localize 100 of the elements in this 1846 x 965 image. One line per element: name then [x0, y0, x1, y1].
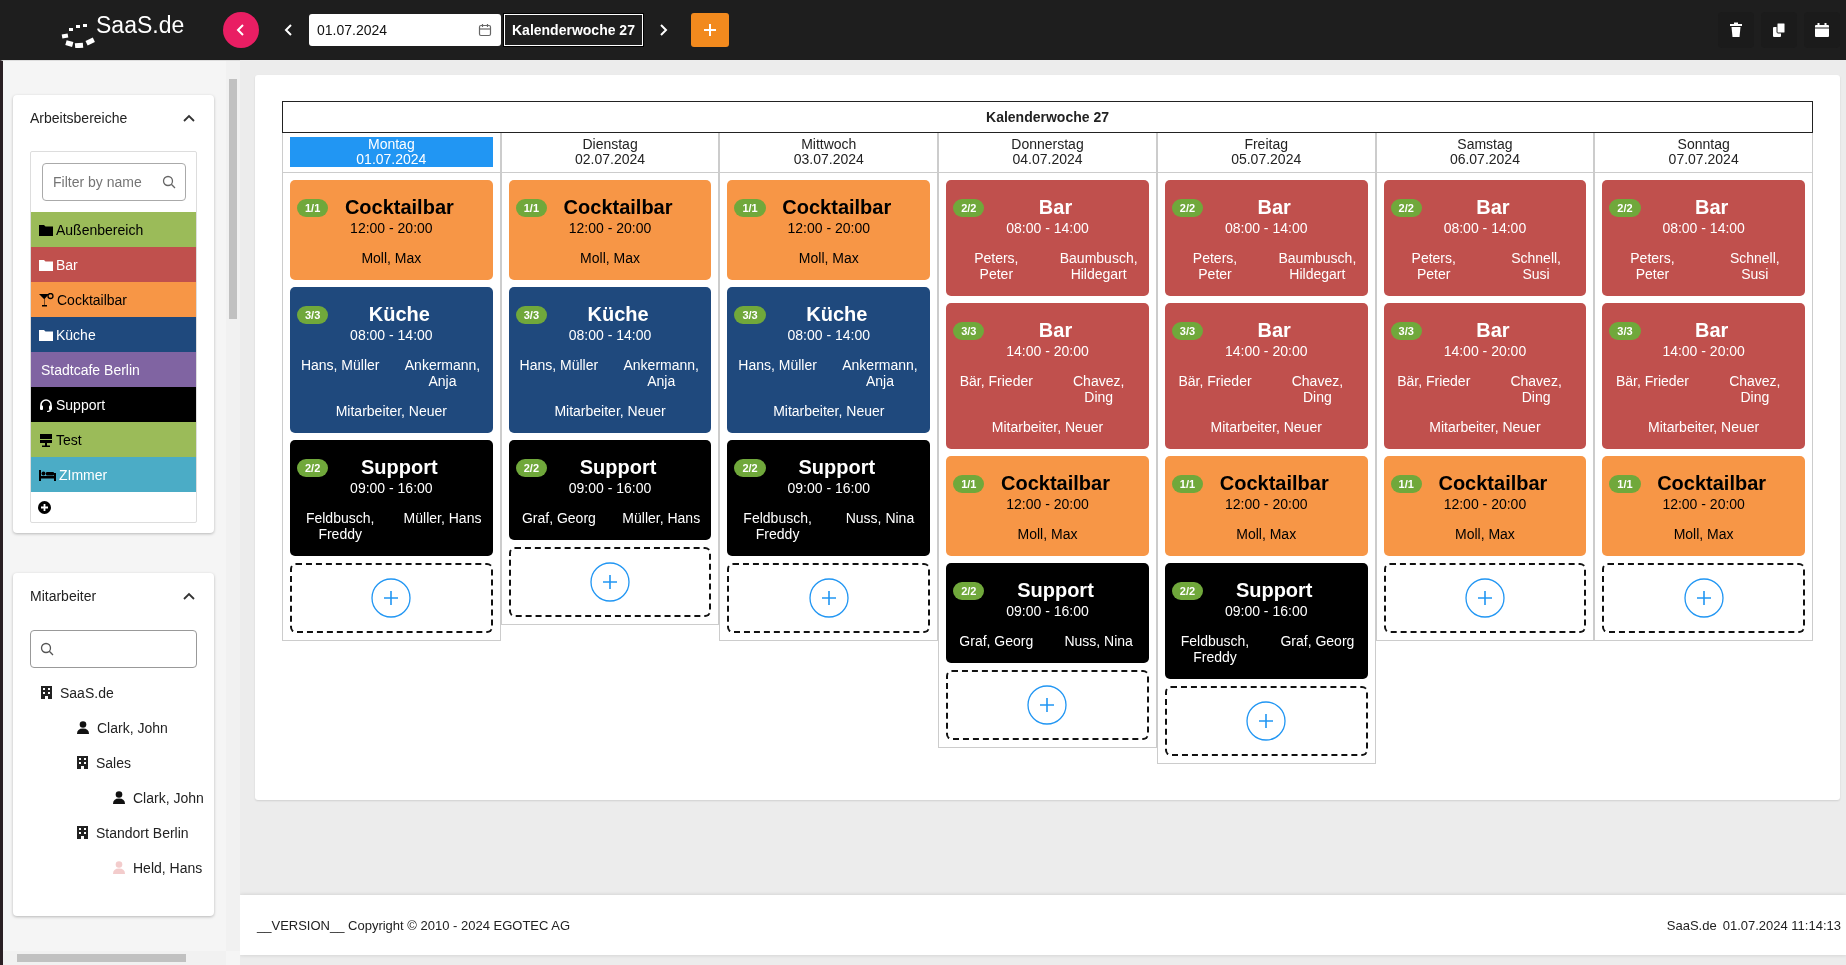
- add-shift-slot[interactable]: [290, 563, 493, 633]
- shift-card[interactable]: 2/2 Bar 08:00 - 14:00 Peters, Peter Schnell, Susi: [1602, 180, 1805, 296]
- shift-time: 12:00 - 20:00: [1661, 495, 1746, 514]
- shift-area: Cocktailbar: [1657, 472, 1767, 494]
- collapse-icon[interactable]: [182, 113, 196, 123]
- employee-name: Chavez, Ding: [1072, 373, 1126, 405]
- add-shift-slot[interactable]: [1602, 563, 1805, 633]
- add-icon[interactable]: [1683, 578, 1724, 618]
- shift-area: Küche: [587, 303, 649, 325]
- shift-card[interactable]: 3/3 Bar 14:00 - 20:00 Bär, Frieder Chavez, Ding Mitarbeiter, Neuer: [1164, 303, 1368, 449]
- shift-card[interactable]: 2/2 Bar 08:00 - 14:00 Peters, Peter Baumbusch, Hildegart: [946, 180, 1149, 296]
- tree-item[interactable]: Clark, John: [133, 788, 204, 809]
- date-field[interactable]: 01.07.2024: [309, 14, 501, 46]
- shift-card[interactable]: 1/1 Cocktailbar 12:00 - 20:00 Moll, Max: [508, 180, 712, 280]
- employee-name: Ankermann, Anja: [403, 357, 482, 389]
- shift-card[interactable]: 3/3 Küche 08:00 - 14:00 Hans, Müller Ankermann, Anja Mitarbeiter, Neuer: [290, 287, 493, 433]
- add-area-icon[interactable]: [38, 500, 51, 514]
- area-item[interactable]: Stadtcafe Berlin: [31, 352, 196, 387]
- staffing-badge: 1/1: [297, 199, 329, 217]
- staffing-badge: 2/2: [1390, 199, 1422, 217]
- employee-name: Feldbusch, Freddy: [742, 510, 813, 542]
- employee-name: Moll, Max: [1672, 526, 1735, 542]
- employee-name: Peters, Peter: [1191, 250, 1239, 282]
- shift-card[interactable]: 1/1 Cocktailbar 12:00 - 20:00 Moll, Max: [1164, 456, 1368, 556]
- area-item[interactable]: Außenbereich: [31, 212, 196, 247]
- employee-name: Müller, Hans: [402, 510, 483, 528]
- filter-field[interactable]: Filter by name: [42, 163, 186, 201]
- shift-card[interactable]: 3/3 Bar 14:00 - 20:00 Bär, Frieder Chavez, Ding Mitarbeiter, Neuer: [946, 303, 1149, 449]
- day-header[interactable]: Samstag 06.07.2024: [1383, 137, 1587, 167]
- add-shift-slot[interactable]: [1383, 563, 1587, 633]
- staffing-badge: 1/1: [515, 199, 547, 217]
- shift-card[interactable]: 3/3 Küche 08:00 - 14:00 Hans, Müller Ankermann, Anja Mitarbeiter, Neuer: [727, 287, 931, 433]
- staffing-badge: 2/2: [1171, 582, 1204, 600]
- search-field[interactable]: [30, 630, 197, 668]
- shift-card[interactable]: 1/1 Cocktailbar 12:00 - 20:00 Moll, Max: [290, 180, 493, 280]
- back-button[interactable]: [223, 12, 259, 48]
- add-shift-slot[interactable]: [727, 563, 931, 633]
- add-shift-slot[interactable]: [946, 670, 1149, 740]
- shift-area: Cocktailbar: [782, 196, 892, 218]
- tree-item[interactable]: Sales: [96, 753, 132, 774]
- add-icon[interactable]: [808, 578, 849, 618]
- day-header[interactable]: Sonntag 07.07.2024: [1602, 137, 1805, 167]
- collapse-icon[interactable]: [182, 591, 196, 601]
- shift-card[interactable]: 3/3 Küche 08:00 - 14:00 Hans, Müller Ankermann, Anja Mitarbeiter, Neuer: [508, 287, 712, 433]
- tree-item[interactable]: Clark, John: [97, 718, 168, 739]
- shift-card[interactable]: 2/2 Bar 08:00 - 14:00 Peters, Peter Baumbusch, Hildegart: [1164, 180, 1368, 296]
- add-icon[interactable]: [1027, 685, 1068, 725]
- scrollbar[interactable]: [3, 951, 226, 965]
- tree-item[interactable]: Standort Berlin: [96, 823, 189, 844]
- shift-card[interactable]: 3/3 Bar 14:00 - 20:00 Bär, Frieder Chavez, Ding Mitarbeiter, Neuer: [1383, 303, 1587, 449]
- shift-time: 08:00 - 14:00: [1661, 219, 1746, 238]
- add-icon[interactable]: [590, 562, 631, 602]
- shift-card[interactable]: 1/1 Cocktailbar 12:00 - 20:00 Moll, Max: [1602, 456, 1805, 556]
- panel-title: Mitarbeiter: [30, 588, 97, 604]
- day-header[interactable]: Freitag 05.07.2024: [1164, 137, 1368, 167]
- scrollbar[interactable]: [226, 61, 240, 951]
- staffing-badge: 1/1: [734, 199, 766, 217]
- tree-item[interactable]: Held, Hans: [133, 858, 203, 879]
- add-button[interactable]: [690, 13, 729, 47]
- shift-card[interactable]: 2/2 Support 09:00 - 16:00 Feldbusch, Freddy Müller, Hans: [290, 440, 493, 556]
- shift-area: Cocktailbar: [1438, 472, 1548, 494]
- area-item[interactable]: Cocktailbar: [31, 282, 196, 317]
- area-item[interactable]: Support: [31, 387, 196, 422]
- calendar-icon: [1814, 22, 1830, 38]
- day-header[interactable]: Mittwoch 03.07.2024: [727, 137, 931, 167]
- shift-area: Bar: [1257, 196, 1291, 218]
- cocktail-icon: [39, 292, 54, 307]
- staffing-badge: 2/2: [1171, 199, 1204, 217]
- add-shift-slot[interactable]: [1164, 686, 1368, 756]
- staffing-badge: 3/3: [1609, 322, 1641, 340]
- employee-name: Peters, Peter: [973, 250, 1020, 282]
- tree-item[interactable]: SaaS.de: [60, 683, 114, 704]
- add-icon[interactable]: [371, 578, 412, 618]
- employee-name: Graf, Georg: [520, 510, 597, 526]
- shift-time: 09:00 - 16:00: [1005, 602, 1090, 621]
- shift-card[interactable]: 3/3 Bar 14:00 - 20:00 Bär, Frieder Chavez, Ding Mitarbeiter, Neuer: [1602, 303, 1805, 449]
- add-shift-slot[interactable]: [508, 547, 712, 617]
- shift-card[interactable]: 1/1 Cocktailbar 12:00 - 20:00 Moll, Max: [946, 456, 1149, 556]
- employee-name: Peters, Peter: [1629, 250, 1676, 282]
- shift-card[interactable]: 1/1 Cocktailbar 12:00 - 20:00 Moll, Max: [727, 180, 931, 280]
- shift-card[interactable]: 2/2 Bar 08:00 - 14:00 Peters, Peter Schnell, Susi: [1383, 180, 1587, 296]
- shift-card[interactable]: 2/2 Support 09:00 - 16:00 Graf, Georg Müller, Hans: [508, 440, 712, 540]
- employee-name: Müller, Hans: [621, 510, 702, 526]
- add-icon[interactable]: [1464, 578, 1505, 618]
- shift-card[interactable]: 2/2 Support 09:00 - 16:00 Graf, Georg Nuss, Nina: [946, 563, 1149, 663]
- shift-card[interactable]: 1/1 Cocktailbar 12:00 - 20:00 Moll, Max: [1383, 456, 1587, 556]
- day-header[interactable]: Donnerstag 04.07.2024: [946, 137, 1149, 167]
- employee-name: Bär, Frieder: [1177, 373, 1253, 391]
- shift-card[interactable]: 2/2 Support 09:00 - 16:00 Feldbusch, Freddy Nuss, Nina: [727, 440, 931, 556]
- area-item[interactable]: Bar: [31, 247, 196, 282]
- employee-name: Ankermann, Anja: [841, 357, 919, 389]
- area-item[interactable]: Test: [31, 422, 196, 457]
- add-icon[interactable]: [1246, 701, 1287, 741]
- employee-name: Schnell, Susi: [1728, 250, 1781, 282]
- employee-name: Baumbusch, Hildegart: [1277, 250, 1358, 282]
- area-item[interactable]: Küche: [31, 317, 196, 352]
- shift-card[interactable]: 2/2 Support 09:00 - 16:00 Feldbusch, Freddy Graf, Georg: [1164, 563, 1368, 679]
- day-header[interactable]: Dienstag 02.07.2024: [508, 137, 712, 167]
- shift-area: Bar: [1476, 196, 1510, 218]
- staffing-badge: 2/2: [297, 459, 329, 477]
